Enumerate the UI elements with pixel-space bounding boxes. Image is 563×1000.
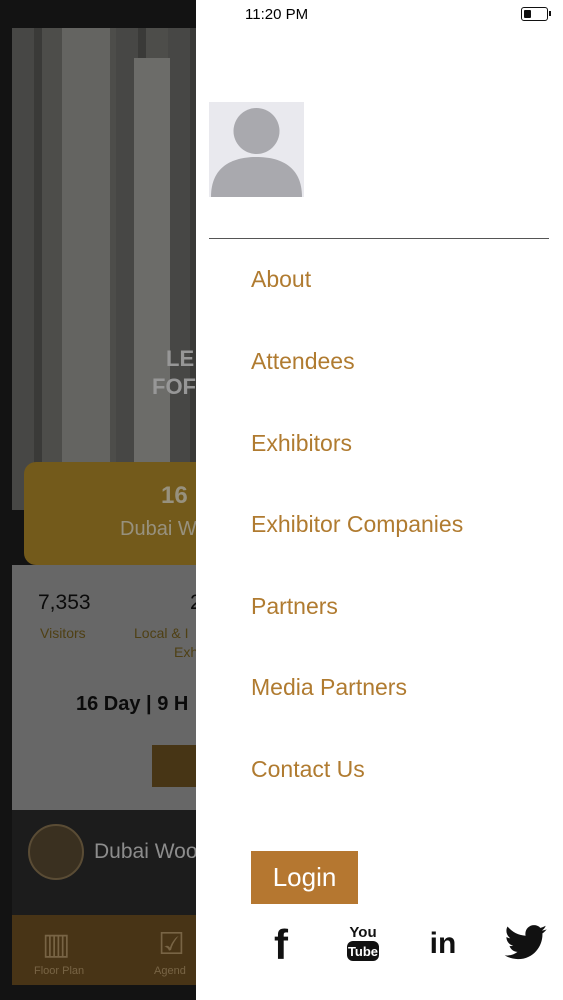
user-avatar-icon[interactable] bbox=[209, 102, 304, 197]
menu-item-attendees[interactable]: Attendees bbox=[251, 348, 355, 375]
svg-text:f: f bbox=[274, 921, 289, 966]
svg-text:Tube: Tube bbox=[348, 944, 378, 959]
youtube-icon[interactable]: You Tube bbox=[340, 920, 386, 966]
login-button[interactable]: Login bbox=[251, 851, 358, 904]
side-drawer: 11:20 PM About Attendees Exhibitors Exhi… bbox=[196, 0, 563, 1000]
status-time: 11:20 PM bbox=[245, 6, 309, 23]
linkedin-icon[interactable]: in bbox=[420, 920, 466, 966]
menu-item-about[interactable]: About bbox=[251, 266, 311, 293]
facebook-icon[interactable]: f bbox=[258, 920, 304, 968]
menu-item-partners[interactable]: Partners bbox=[251, 593, 338, 620]
menu-item-exhibitor-companies[interactable]: Exhibitor Companies bbox=[251, 511, 463, 538]
divider bbox=[209, 238, 549, 239]
menu-item-exhibitors[interactable]: Exhibitors bbox=[251, 430, 352, 457]
battery-icon bbox=[521, 7, 548, 21]
menu-item-contact-us[interactable]: Contact Us bbox=[251, 756, 365, 783]
battery-tip bbox=[549, 11, 551, 16]
menu-item-media-partners[interactable]: Media Partners bbox=[251, 674, 407, 701]
twitter-icon[interactable] bbox=[502, 920, 548, 966]
svg-text:You: You bbox=[349, 924, 376, 941]
svg-text:in: in bbox=[430, 927, 457, 960]
